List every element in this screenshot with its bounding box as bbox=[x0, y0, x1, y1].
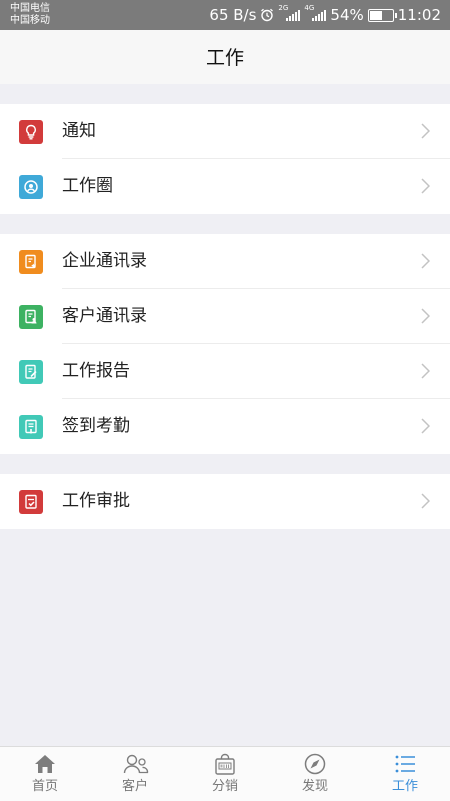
menu-group-1: 通知 工作圈 bbox=[0, 104, 450, 214]
carrier-info: 中国电信 中国移动 bbox=[10, 3, 50, 27]
menu-item-label: 企业通讯录 bbox=[62, 251, 147, 271]
list-icon bbox=[395, 755, 415, 773]
menu-item-label: 工作审批 bbox=[62, 491, 130, 511]
chevron-right-icon bbox=[421, 178, 430, 194]
header: 工作 bbox=[0, 30, 450, 84]
chevron-right-icon bbox=[421, 418, 430, 434]
clock: 11:02 bbox=[397, 6, 441, 24]
menu-group-2: 企业通讯录 客户通讯录 工作报告 签到考勤 bbox=[0, 234, 450, 454]
compass-icon bbox=[304, 753, 326, 775]
menu-item-label: 通知 bbox=[62, 121, 96, 141]
menu-item-notice[interactable]: 通知 bbox=[0, 104, 450, 159]
bottom-tab-bar: 首页 客户 分销 发现 工作 bbox=[0, 746, 450, 801]
attendance-icon bbox=[19, 415, 43, 439]
page-title: 工作 bbox=[205, 47, 244, 69]
chevron-right-icon bbox=[421, 123, 430, 139]
tab-work[interactable]: 工作 bbox=[360, 747, 450, 801]
status-bar: 中国电信 中国移动 65 B/s 2G 4G 54% 11:02 bbox=[0, 0, 450, 30]
menu-item-customer-contacts[interactable]: 客户通讯录 bbox=[0, 289, 450, 344]
chevron-right-icon bbox=[421, 493, 430, 509]
menu-item-label: 客户通讯录 bbox=[62, 306, 147, 326]
customer-contacts-icon bbox=[19, 305, 43, 329]
battery-icon bbox=[367, 8, 397, 22]
menu-item-attendance[interactable]: 签到考勤 bbox=[0, 399, 450, 454]
sim1-tag: 2G bbox=[278, 4, 289, 12]
menu-item-label: 工作圈 bbox=[62, 176, 113, 196]
status-indicators: 65 B/s 2G 4G 54% 11:02 bbox=[209, 5, 441, 25]
menu-item-work-circle[interactable]: 工作圈 bbox=[0, 159, 450, 214]
chevron-right-icon bbox=[421, 363, 430, 379]
signal-sim1-icon: 2G bbox=[278, 5, 301, 21]
menu-group-3: 工作审批 bbox=[0, 474, 450, 529]
tab-label: 发现 bbox=[301, 779, 328, 794]
sim2-tag: 4G bbox=[304, 4, 315, 12]
signal-sim2-icon: 4G bbox=[304, 5, 327, 21]
sale-bag-icon bbox=[215, 753, 235, 775]
tab-label: 分销 bbox=[211, 779, 238, 794]
menu-item-work-report[interactable]: 工作报告 bbox=[0, 344, 450, 399]
bulb-icon bbox=[19, 120, 43, 144]
carrier-1: 中国电信 bbox=[10, 3, 50, 14]
menu-item-label: 签到考勤 bbox=[62, 416, 130, 436]
tab-label: 客户 bbox=[121, 779, 148, 794]
company-contacts-icon bbox=[19, 250, 43, 274]
menu-item-approval[interactable]: 工作审批 bbox=[0, 474, 450, 529]
report-icon bbox=[19, 360, 43, 384]
net-speed: 65 B/s bbox=[209, 6, 257, 24]
circle-icon bbox=[19, 175, 43, 199]
tab-discover[interactable]: 发现 bbox=[270, 747, 360, 801]
chevron-right-icon bbox=[421, 308, 430, 324]
tab-home[interactable]: 首页 bbox=[0, 747, 90, 801]
menu-item-label: 工作报告 bbox=[62, 361, 130, 381]
tab-label: 工作 bbox=[391, 779, 418, 794]
alarm-icon bbox=[261, 8, 274, 22]
tab-label: 首页 bbox=[31, 779, 58, 794]
approval-icon bbox=[19, 490, 43, 514]
menu-item-company-contacts[interactable]: 企业通讯录 bbox=[0, 234, 450, 289]
customer-icon bbox=[123, 754, 149, 774]
chevron-right-icon bbox=[421, 253, 430, 269]
tab-customer[interactable]: 客户 bbox=[90, 747, 180, 801]
battery-percent: 54% bbox=[330, 6, 364, 24]
home-icon bbox=[35, 755, 55, 773]
carrier-2: 中国移动 bbox=[10, 15, 50, 26]
tab-distribution[interactable]: 分销 bbox=[180, 747, 270, 801]
